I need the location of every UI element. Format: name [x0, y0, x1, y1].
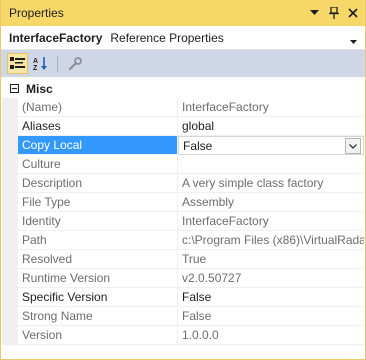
property-value: False: [178, 307, 364, 326]
property-row-resolved[interactable]: Resolved True: [2, 250, 364, 269]
property-name: Runtime Version: [18, 269, 178, 288]
property-name: (Name): [18, 98, 178, 117]
property-value-select[interactable]: False: [178, 136, 364, 155]
property-grid: Misc (Name) InterfaceFactory Aliases glo…: [2, 79, 364, 345]
property-row-description[interactable]: Description A very simple class factory: [2, 174, 364, 193]
alphabetical-icon[interactable]: A Z: [30, 53, 51, 74]
property-row-path[interactable]: Path c:\Program Files (x86)\VirtualRada: [2, 231, 364, 250]
row-gutter: [2, 269, 18, 288]
property-value: False: [183, 139, 213, 153]
svg-text:Z: Z: [33, 65, 38, 71]
row-gutter: [2, 136, 18, 155]
property-row-identity[interactable]: Identity InterfaceFactory: [2, 212, 364, 231]
property-name: Version: [18, 326, 178, 345]
property-row-aliases[interactable]: Aliases global: [2, 117, 364, 136]
property-row-runtime-version[interactable]: Runtime Version v2.0.50727: [2, 269, 364, 288]
property-value: 1.0.0.0: [178, 326, 364, 345]
row-gutter: [2, 193, 18, 212]
property-value: True: [178, 250, 364, 269]
property-name: Description: [18, 174, 178, 193]
window-dropdown-icon[interactable]: [306, 4, 323, 21]
property-value: InterfaceFactory: [178, 212, 364, 231]
row-gutter: [2, 155, 18, 174]
property-value: InterfaceFactory: [178, 98, 364, 117]
properties-toolbar: A Z: [1, 50, 365, 77]
property-value: A very simple class factory: [178, 174, 364, 193]
chevron-down-icon[interactable]: [350, 34, 357, 48]
row-gutter: [2, 288, 18, 307]
property-name: Identity: [18, 212, 178, 231]
property-name: Aliases: [18, 117, 178, 136]
dropdown-button[interactable]: [345, 138, 361, 154]
property-name: Path: [18, 231, 178, 250]
properties-window: Properties InterfaceFactory Reference Pr…: [0, 0, 366, 360]
property-value[interactable]: False: [178, 288, 364, 307]
object-type: Reference Properties: [110, 30, 224, 45]
close-icon[interactable]: [344, 4, 361, 21]
toolbar-separator: [57, 55, 58, 72]
property-row-strong-name[interactable]: Strong Name False: [2, 307, 364, 326]
property-value: [178, 155, 364, 174]
row-gutter: [2, 212, 18, 231]
property-row-specific-version[interactable]: Specific Version False: [2, 288, 364, 307]
window-title: Properties: [9, 6, 64, 20]
property-name: Strong Name: [18, 307, 178, 326]
property-name: Culture: [18, 155, 178, 174]
property-value: v2.0.50727: [178, 269, 364, 288]
category-label: Misc: [26, 81, 53, 96]
property-row-culture[interactable]: Culture: [2, 155, 364, 174]
property-name: Resolved: [18, 250, 178, 269]
category-misc[interactable]: Misc: [2, 79, 364, 98]
property-value[interactable]: global: [178, 117, 364, 136]
minus-box-icon[interactable]: [6, 84, 22, 93]
property-name: File Type: [18, 193, 178, 212]
object-name: InterfaceFactory: [9, 30, 103, 45]
row-gutter: [2, 117, 18, 136]
property-row-name[interactable]: (Name) InterfaceFactory: [2, 98, 364, 117]
property-row-version[interactable]: Version 1.0.0.0: [2, 326, 364, 345]
object-selector[interactable]: InterfaceFactory Reference Properties: [1, 26, 365, 50]
wrench-icon[interactable]: [64, 53, 85, 74]
row-gutter: [2, 250, 18, 269]
categorized-icon[interactable]: [7, 53, 28, 74]
chevron-down-icon: [349, 143, 357, 149]
property-row-copy-local[interactable]: Copy Local False: [2, 136, 364, 155]
row-gutter: [2, 326, 18, 345]
row-gutter: [2, 231, 18, 250]
svg-text:A: A: [33, 58, 38, 65]
pin-icon[interactable]: [325, 4, 342, 21]
property-name: Specific Version: [18, 288, 178, 307]
property-value: Assembly: [178, 193, 364, 212]
title-bar-buttons: [306, 4, 361, 21]
row-gutter: [2, 98, 18, 117]
property-name: Copy Local: [18, 136, 178, 155]
property-row-file-type[interactable]: File Type Assembly: [2, 193, 364, 212]
property-value: c:\Program Files (x86)\VirtualRada: [178, 231, 364, 250]
row-gutter: [2, 174, 18, 193]
row-gutter: [2, 307, 18, 326]
title-bar[interactable]: Properties: [1, 0, 365, 26]
